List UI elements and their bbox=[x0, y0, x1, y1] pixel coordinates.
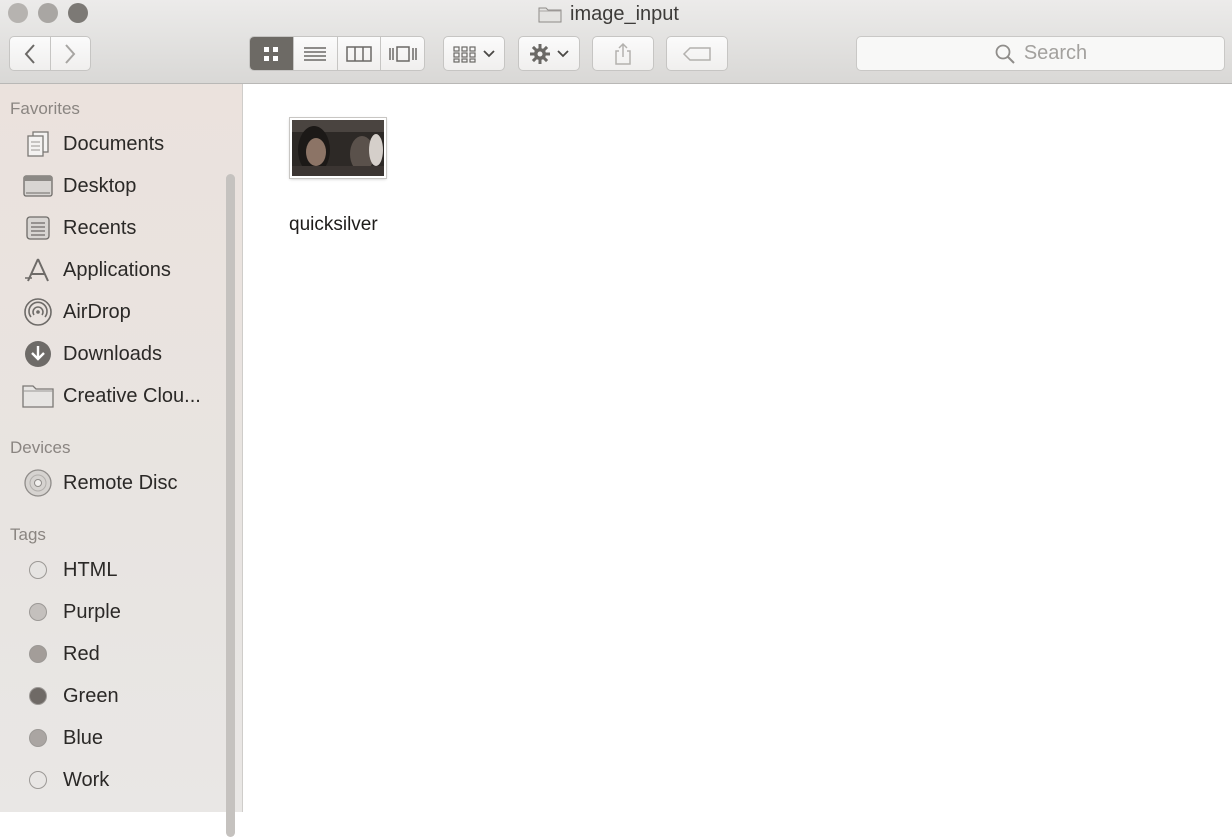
sidebar-item-airdrop[interactable]: AirDrop bbox=[0, 294, 225, 330]
tag-dot-work bbox=[29, 771, 47, 789]
zoom-window-button[interactable] bbox=[68, 3, 88, 23]
sidebar: Favorites Documents Desktop Recents Appl… bbox=[0, 84, 243, 837]
recents-icon bbox=[22, 214, 54, 242]
search-field[interactable]: Search bbox=[856, 36, 1225, 71]
sidebar-item-label: AirDrop bbox=[63, 300, 131, 323]
back-button[interactable] bbox=[10, 37, 50, 70]
column-view-button[interactable] bbox=[336, 37, 381, 70]
tag-color-dot bbox=[22, 724, 54, 752]
sidebar-item-label: Desktop bbox=[63, 174, 137, 197]
arrange-grid-icon bbox=[453, 45, 476, 63]
sidebar-item-documents[interactable]: Documents bbox=[0, 126, 225, 162]
chevron-down-icon bbox=[557, 49, 569, 57]
gear-icon bbox=[530, 43, 550, 64]
sidebar-item-creative-cloud[interactable]: Creative Clou... bbox=[0, 378, 225, 414]
grid-icon bbox=[264, 46, 279, 61]
tag-icon bbox=[682, 46, 711, 61]
window-toolbar: image_input Search bbox=[0, 0, 1232, 84]
list-view-button[interactable] bbox=[292, 37, 337, 70]
sidebar-item-desktop[interactable]: Desktop bbox=[0, 168, 225, 204]
sidebar-item-tag-green[interactable]: Green bbox=[0, 678, 225, 714]
sidebar-item-tag-blue[interactable]: Blue bbox=[0, 720, 225, 756]
chevron-down-icon bbox=[483, 49, 495, 57]
documents-icon bbox=[22, 130, 54, 158]
view-mode-selector bbox=[249, 36, 425, 71]
forward-button[interactable] bbox=[49, 37, 91, 70]
close-window-button[interactable] bbox=[8, 3, 28, 23]
cover-flow-icon bbox=[388, 45, 417, 62]
cover-flow-view-button[interactable] bbox=[380, 37, 424, 70]
sidebar-item-label: Applications bbox=[63, 258, 171, 281]
airdrop-icon bbox=[22, 298, 54, 326]
icon-view-button[interactable] bbox=[250, 37, 293, 70]
sidebar-item-label: Creative Clou... bbox=[63, 384, 201, 407]
sidebar-scrollbar[interactable] bbox=[226, 174, 235, 837]
sidebar-item-label: HTML bbox=[63, 558, 118, 581]
sidebar-item-label: Remote Disc bbox=[63, 471, 178, 494]
action-button[interactable] bbox=[518, 36, 580, 71]
sidebar-item-label: Green bbox=[63, 684, 119, 707]
desktop-icon bbox=[22, 172, 54, 200]
sidebar-item-recents[interactable]: Recents bbox=[0, 210, 225, 246]
folder-icon bbox=[538, 7, 562, 23]
sidebar-item-label: Recents bbox=[63, 216, 137, 239]
sidebar-item-label: Blue bbox=[63, 726, 104, 749]
search-icon bbox=[995, 44, 1015, 64]
columns-icon bbox=[346, 45, 372, 62]
sidebar-item-label: Red bbox=[63, 642, 100, 665]
tag-dot-green bbox=[29, 687, 47, 705]
window-title-text: image_input bbox=[570, 2, 679, 25]
folder-icon bbox=[22, 382, 54, 410]
tag-dot-purple bbox=[29, 603, 47, 621]
minimize-window-button[interactable] bbox=[38, 3, 58, 23]
tag-color-dot bbox=[22, 556, 54, 584]
tags-heading: Tags bbox=[10, 525, 46, 544]
sidebar-item-label: Documents bbox=[63, 132, 165, 155]
favorites-heading: Favorites bbox=[10, 99, 80, 118]
sidebar-item-label: Purple bbox=[63, 600, 121, 623]
devices-heading: Devices bbox=[10, 438, 71, 457]
tag-button[interactable] bbox=[666, 36, 728, 71]
sidebar-item-remote-disc[interactable]: Remote Disc bbox=[0, 465, 225, 501]
file-browser-content: quicksilver bbox=[243, 84, 1232, 812]
navigation-buttons bbox=[9, 36, 91, 71]
tag-dot-html bbox=[29, 561, 47, 579]
photo-preview-icon bbox=[292, 120, 384, 176]
tag-color-dot bbox=[22, 682, 54, 710]
sidebar-item-applications[interactable]: Applications bbox=[0, 252, 225, 288]
tag-color-dot bbox=[22, 598, 54, 626]
disc-icon bbox=[22, 469, 54, 497]
window-title: image_input bbox=[538, 3, 679, 25]
chevron-right-icon bbox=[65, 43, 76, 64]
tag-dot-red bbox=[29, 645, 47, 663]
tag-color-dot bbox=[22, 640, 54, 668]
list-icon bbox=[304, 46, 327, 61]
applications-icon bbox=[22, 256, 54, 284]
sidebar-item-label: Work bbox=[63, 768, 110, 791]
sidebar-item-tag-red[interactable]: Red bbox=[0, 636, 225, 672]
chevron-left-icon bbox=[24, 43, 35, 64]
search-placeholder: Search bbox=[1023, 42, 1088, 64]
window-controls bbox=[8, 3, 88, 23]
tag-color-dot bbox=[22, 766, 54, 794]
file-name: quicksilver bbox=[289, 214, 378, 235]
share-button[interactable] bbox=[592, 36, 654, 71]
arrange-button[interactable] bbox=[443, 36, 505, 71]
sidebar-item-label: Downloads bbox=[63, 342, 162, 365]
downloads-icon bbox=[22, 340, 54, 368]
image-thumbnail[interactable] bbox=[290, 118, 386, 178]
sidebar-item-tag-work[interactable]: Work bbox=[0, 762, 225, 798]
sidebar-item-tag-purple[interactable]: Purple bbox=[0, 594, 225, 630]
sidebar-item-tag-html[interactable]: HTML bbox=[0, 552, 225, 588]
share-icon bbox=[615, 42, 631, 65]
tag-dot-blue bbox=[29, 729, 47, 747]
sidebar-item-downloads[interactable]: Downloads bbox=[0, 336, 225, 372]
